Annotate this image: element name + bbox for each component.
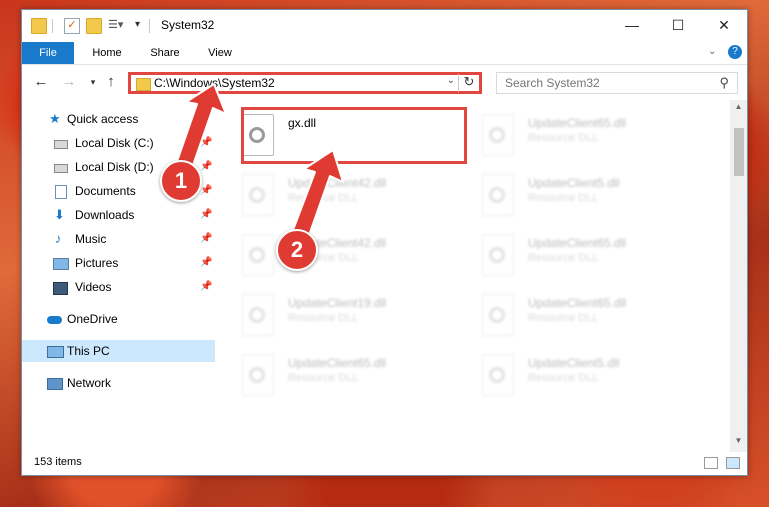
step-2-badge: 2 [276, 229, 318, 271]
annotation-arrows [173, 83, 344, 245]
step-1-badge: 1 [160, 160, 202, 202]
